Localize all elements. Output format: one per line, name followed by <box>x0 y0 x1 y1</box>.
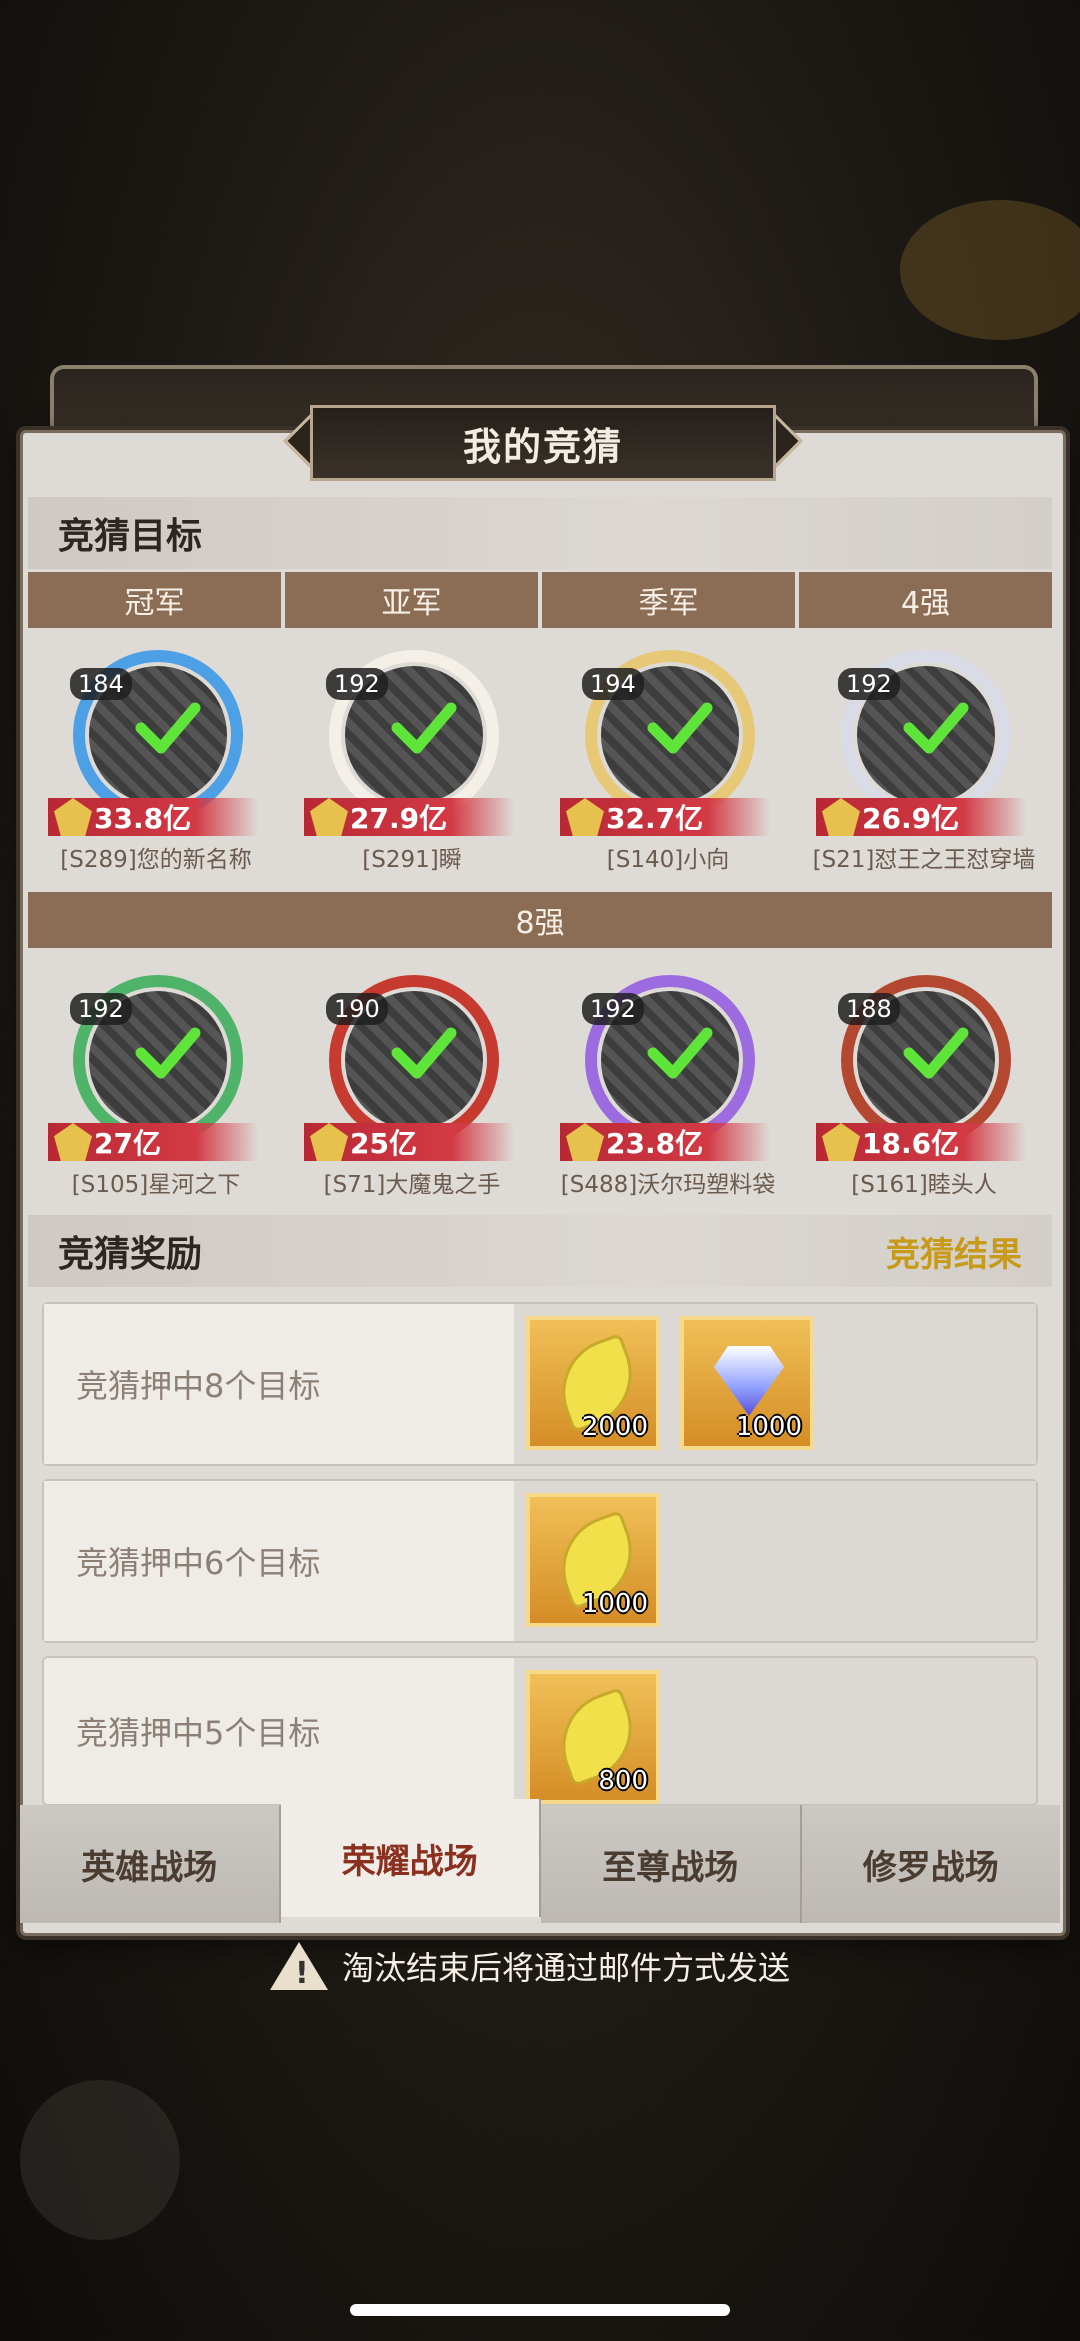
hero-card[interactable]: 194 32.7亿 [S140]小向 <box>540 650 796 890</box>
hero-name: [S21]怼王之王怼穿墙 <box>812 847 1036 873</box>
background-glow <box>900 200 1080 340</box>
reward-quantity: 800 <box>598 1766 648 1796</box>
check-icon <box>647 702 713 754</box>
hero-level: 192 <box>70 993 132 1025</box>
hero-card[interactable]: 192 23.8亿 [S488]沃尔玛塑料袋 <box>540 975 796 1215</box>
reward-quantity: 1000 <box>735 1412 802 1442</box>
check-icon <box>903 702 969 754</box>
mail-notice: ! 淘汰结束后将通过邮件方式发送 <box>270 1940 790 1992</box>
category-champion: 冠军 <box>28 572 281 628</box>
dialog-title: 我的竞猜 <box>310 405 776 481</box>
reward-items: 2000 1000 <box>514 1304 1036 1464</box>
mail-notice-text: 淘汰结束后将通过邮件方式发送 <box>342 1949 791 1987</box>
reward-row: 竞猜押中6个目标 1000 <box>42 1479 1038 1643</box>
reward-items: 1000 <box>514 1481 1036 1641</box>
guess-result-link[interactable]: 竞猜结果 <box>886 1227 1022 1276</box>
hero-level: 192 <box>838 668 900 700</box>
reward-quantity: 2000 <box>581 1412 648 1442</box>
category-third: 季军 <box>542 572 795 628</box>
reward-item[interactable]: 2000 <box>526 1316 660 1450</box>
hero-level: 192 <box>582 993 644 1025</box>
category-top4: 4强 <box>799 572 1052 628</box>
hero-level: 184 <box>70 668 132 700</box>
check-icon <box>903 1027 969 1079</box>
gem-icon <box>714 1346 784 1416</box>
check-icon <box>647 1027 713 1079</box>
check-icon <box>135 702 201 754</box>
rewards-title: 竞猜奖励 <box>58 1234 203 1275</box>
tab-shura-battlefield[interactable]: 修罗战场 <box>801 1805 1060 1923</box>
hero-card[interactable]: 190 25亿 [S71]大魔鬼之手 <box>284 975 540 1215</box>
background-glow <box>20 2080 180 2240</box>
hero-card[interactable]: 184 33.8亿 [S289]您的新名称 <box>28 650 284 890</box>
home-indicator[interactable] <box>350 2304 730 2316</box>
check-icon <box>135 1027 201 1079</box>
tab-hero-battlefield[interactable]: 英雄战场 <box>20 1805 281 1923</box>
hero-name: [S105]星河之下 <box>71 1172 241 1198</box>
tab-glory-battlefield[interactable]: 荣耀战场 <box>280 1799 541 1917</box>
targets-section-header: 竞猜目标 <box>28 497 1052 569</box>
reward-condition: 竞猜押中6个目标 <box>44 1481 514 1641</box>
reward-row: 竞猜押中5个目标 800 <box>42 1656 1038 1806</box>
reward-condition: 竞猜押中8个目标 <box>44 1304 514 1464</box>
hero-name: [S289]您的新名称 <box>60 847 252 873</box>
reward-condition: 竞猜押中5个目标 <box>44 1658 514 1804</box>
warning-icon: ! <box>270 1942 328 1990</box>
hero-name: [S161]睦头人 <box>851 1172 997 1198</box>
category-row: 冠军 亚军 季军 4强 <box>28 572 1052 628</box>
check-icon <box>391 702 457 754</box>
hero-name: [S140]小向 <box>606 847 730 873</box>
reward-item[interactable]: 1000 <box>680 1316 814 1450</box>
reward-row: 竞猜押中8个目标 2000 1000 <box>42 1302 1038 1466</box>
hero-level: 192 <box>326 668 388 700</box>
category-top8: 8强 <box>28 892 1052 948</box>
category-runner-up: 亚军 <box>285 572 538 628</box>
battlefield-tabs: 英雄战场 荣耀战场 至尊战场 修罗战场 <box>20 1799 1060 1923</box>
check-icon <box>391 1027 457 1079</box>
hero-card[interactable]: 192 27亿 [S105]星河之下 <box>28 975 284 1215</box>
rewards-section-header: 竞猜奖励 竞猜结果 <box>28 1215 1052 1287</box>
hero-level: 190 <box>326 993 388 1025</box>
tab-supreme-battlefield[interactable]: 至尊战场 <box>541 1805 802 1923</box>
reward-item[interactable]: 800 <box>526 1670 660 1804</box>
hero-name: [S488]沃尔玛塑料袋 <box>560 1172 776 1198</box>
hero-level: 188 <box>838 993 900 1025</box>
hero-card[interactable]: 192 27.9亿 [S291]瞬 <box>284 650 540 890</box>
hero-level: 194 <box>582 668 644 700</box>
hero-card[interactable]: 192 26.9亿 [S21]怼王之王怼穿墙 <box>796 650 1052 890</box>
reward-items: 800 <box>514 1658 1036 1804</box>
hero-name: [S291]瞬 <box>362 847 462 873</box>
reward-item[interactable]: 1000 <box>526 1493 660 1627</box>
hero-card[interactable]: 188 18.6亿 [S161]睦头人 <box>796 975 1052 1215</box>
hero-name: [S71]大魔鬼之手 <box>323 1172 501 1198</box>
reward-quantity: 1000 <box>581 1589 648 1619</box>
